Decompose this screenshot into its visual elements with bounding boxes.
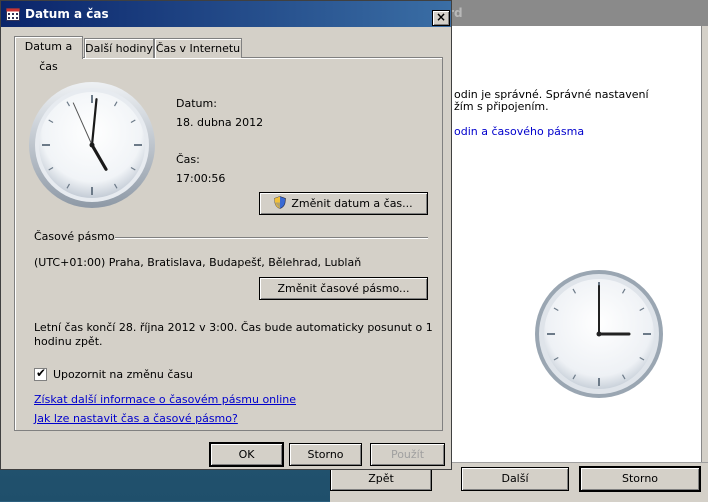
change-date-time-button[interactable]: Změnit datum a čas... — [259, 192, 428, 215]
notify-label[interactable]: Upozornit na změnu času — [53, 368, 193, 382]
checkmark-icon: ✔ — [36, 366, 47, 380]
timezone-info-link[interactable]: Získat další informace o časovém pásmu o… — [34, 393, 296, 406]
close-button[interactable]: × — [432, 10, 450, 26]
time-value: 17:00:56 — [176, 172, 226, 185]
change-timezone-button[interactable]: Změnit časové pásmo... — [259, 277, 428, 300]
background-link[interactable]: odin a časového pásma — [454, 124, 584, 139]
date-label: Datum: — [176, 97, 217, 110]
background-cancel-button[interactable]: Storno — [579, 466, 701, 492]
timezone-value: (UTC+01:00) Praha, Bratislava, Budapešť,… — [34, 256, 362, 269]
tab-additional-clocks[interactable]: Další hodiny — [84, 38, 154, 58]
notify-checkbox[interactable]: ✔ — [34, 366, 47, 381]
background-text-line2: žím s připojením. — [454, 100, 549, 113]
back-button[interactable]: Zpět — [330, 467, 432, 491]
background-clock-icon — [535, 270, 663, 398]
time-label: Čas: — [176, 153, 200, 166]
timezone-divider — [115, 237, 428, 239]
apply-button[interactable]: Použít — [370, 443, 445, 466]
tab-internet-time[interactable]: Čas v Internetu — [154, 38, 242, 58]
next-button[interactable]: Další — [461, 467, 569, 491]
dst-info-line1: Letní čas končí 28. října 2012 v 3:00. Č… — [34, 321, 433, 334]
dst-info-line2: hodinu zpět. — [34, 335, 103, 348]
change-date-time-label: Změnit datum a čas... — [291, 197, 413, 210]
ok-button[interactable]: OK — [209, 442, 284, 467]
date-value: 18. dubna 2012 — [176, 116, 264, 129]
howto-link[interactable]: Jak lze nastavit čas a časové pásmo? — [34, 412, 238, 425]
cancel-button[interactable]: Storno — [289, 443, 362, 466]
timezone-heading: Časové pásmo — [34, 230, 115, 243]
dialog-title: Datum a čas — [25, 7, 109, 21]
calendar-icon — [6, 8, 20, 21]
dialog-titlebar[interactable]: Datum a čas × — [1, 1, 451, 27]
tab-date-time[interactable]: Datum a čas — [14, 36, 83, 73]
datetime-dialog: Datum a čas × Datum a čas Další hodiny Č… — [0, 0, 452, 470]
background-window-edge — [701, 26, 708, 501]
uac-shield-icon — [274, 196, 287, 209]
analog-clock-icon — [29, 82, 155, 208]
